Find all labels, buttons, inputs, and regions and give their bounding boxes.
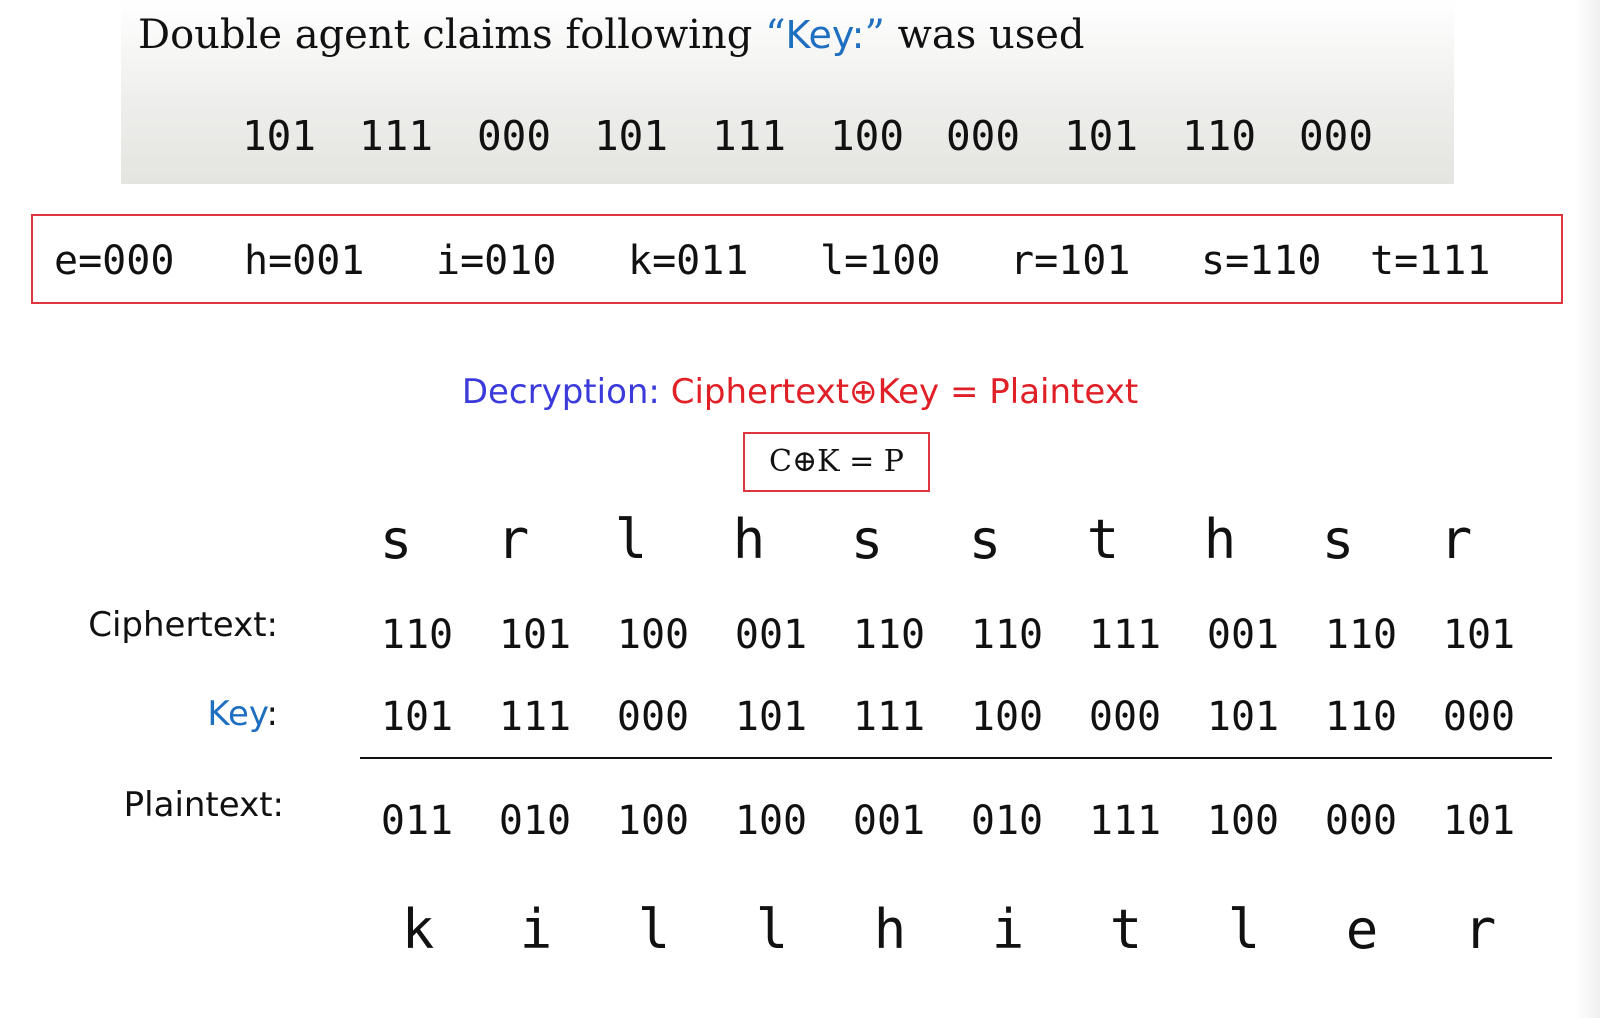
plain-letter: e (1345, 898, 1379, 961)
ciphertext-bit-group: 001 (1206, 612, 1280, 658)
banner-title: Double agent claims following “Key:” was… (138, 12, 1085, 58)
plaintext-bit-group: 011 (380, 798, 454, 844)
close-quote: ” (864, 12, 885, 58)
plaintext-bit-group: 101 (1442, 798, 1516, 844)
ciphertext-bit-group: 110 (970, 612, 1044, 658)
banner-key-group: 111 (712, 112, 787, 160)
key-bit-group: 000 (616, 694, 690, 740)
sum-rule (360, 757, 1552, 759)
ciphertext-bit-group: 110 (380, 612, 454, 658)
key-label-word: Key (207, 694, 267, 734)
banner-key-group: 000 (477, 112, 552, 160)
plain-letter: h (873, 898, 907, 961)
encoding-entry: s=110 (1201, 238, 1322, 284)
ciphertext-label: Ciphertext: (88, 605, 278, 645)
ciphertext-bit-group: 111 (1088, 612, 1162, 658)
key-bit-group: 101 (1206, 694, 1280, 740)
encoding-entry: e=000 (54, 238, 175, 284)
plain-letter: l (755, 898, 789, 961)
encoding-entry: i=010 (436, 238, 557, 284)
formula-box: C⊕K = P (743, 432, 930, 492)
letter-encoding-box: e=000 h=001 i=010 k=011 l=100 r=101 s=110 t=111 (31, 214, 1563, 304)
plaintext-bit-group: 000 (1324, 798, 1398, 844)
banner-key-group: 101 (594, 112, 669, 160)
formula-label: Decryption: (461, 372, 660, 412)
ciphertext-bit-group: 101 (1442, 612, 1516, 658)
encoding-entry: h=001 (244, 238, 365, 284)
banner-key-group: 101 (242, 112, 317, 160)
banner-key-group: 000 (1299, 112, 1374, 160)
key-bit-group: 101 (734, 694, 808, 740)
cipher-letter: s (379, 508, 413, 571)
plaintext-label: Plaintext: (123, 785, 284, 825)
encoding-entry: l=100 (820, 238, 941, 284)
title-suffix: was used (884, 12, 1085, 58)
key-bit-group: 000 (1442, 694, 1516, 740)
right-edge-shadow (1574, 0, 1600, 1018)
plaintext-bit-group: 010 (498, 798, 572, 844)
encoding-entry: k=011 (628, 238, 749, 284)
cipher-letter: s (1321, 508, 1355, 571)
ciphertext-bit-group: 110 (1324, 612, 1398, 658)
plain-letter: k (401, 898, 435, 961)
cipher-letter: s (850, 508, 884, 571)
cipher-letter: h (732, 508, 766, 571)
ciphertext-bit-group: 100 (616, 612, 690, 658)
ciphertext-bit-group: 101 (498, 612, 572, 658)
banner-key-group: 101 (1064, 112, 1139, 160)
key-bit-group: 100 (970, 694, 1044, 740)
ciphertext-bit-group: 110 (852, 612, 926, 658)
formula-rest: Key = Plaintext (877, 372, 1139, 412)
plain-letter: i (519, 898, 553, 961)
key-bit-group: 111 (498, 694, 572, 740)
plaintext-bit-group: 111 (1088, 798, 1162, 844)
key-bit-group: 101 (380, 694, 454, 740)
plaintext-bit-group: 100 (616, 798, 690, 844)
decryption-formula: Decryption: Ciphertext⊕Key = Plaintext (0, 372, 1600, 412)
xor-icon: ⊕ (849, 372, 878, 412)
plain-letter: t (1109, 898, 1143, 961)
encoding-entry: t=111 (1370, 238, 1491, 284)
banner-key-group: 000 (946, 112, 1021, 160)
plain-letter: i (991, 898, 1025, 961)
cipher-letter: h (1203, 508, 1237, 571)
plaintext-bit-group: 010 (970, 798, 1044, 844)
plain-letter: l (1227, 898, 1261, 961)
open-quote: “ (765, 12, 786, 58)
key-label: Key: (18, 694, 278, 734)
title-prefix: Double agent claims following (138, 12, 766, 58)
cipher-letter: r (496, 508, 530, 571)
key-banner: Double agent claims following “Key:” was… (121, 0, 1454, 184)
cipher-letter: r (1439, 508, 1473, 571)
key-bit-group: 110 (1324, 694, 1398, 740)
banner-key-group: 111 (359, 112, 434, 160)
ciphertext-bit-group: 001 (734, 612, 808, 658)
plain-letter: l (637, 898, 671, 961)
plaintext-bit-group: 100 (734, 798, 808, 844)
formula-ciphertext: Ciphertext (670, 372, 850, 412)
encoding-entry: r=101 (1010, 238, 1131, 284)
banner-key-group: 110 (1182, 112, 1257, 160)
plaintext-bit-group: 100 (1206, 798, 1280, 844)
banner-key-group: 100 (830, 112, 905, 160)
cipher-letter: t (1086, 508, 1120, 571)
key-bit-group: 111 (852, 694, 926, 740)
key-label-colon: : (266, 694, 278, 734)
cipher-letter: l (614, 508, 648, 571)
key-bit-group: 000 (1088, 694, 1162, 740)
cipher-letter: s (968, 508, 1002, 571)
plaintext-bit-group: 001 (852, 798, 926, 844)
plain-letter: r (1463, 898, 1497, 961)
title-key-word: Key: (785, 13, 865, 57)
